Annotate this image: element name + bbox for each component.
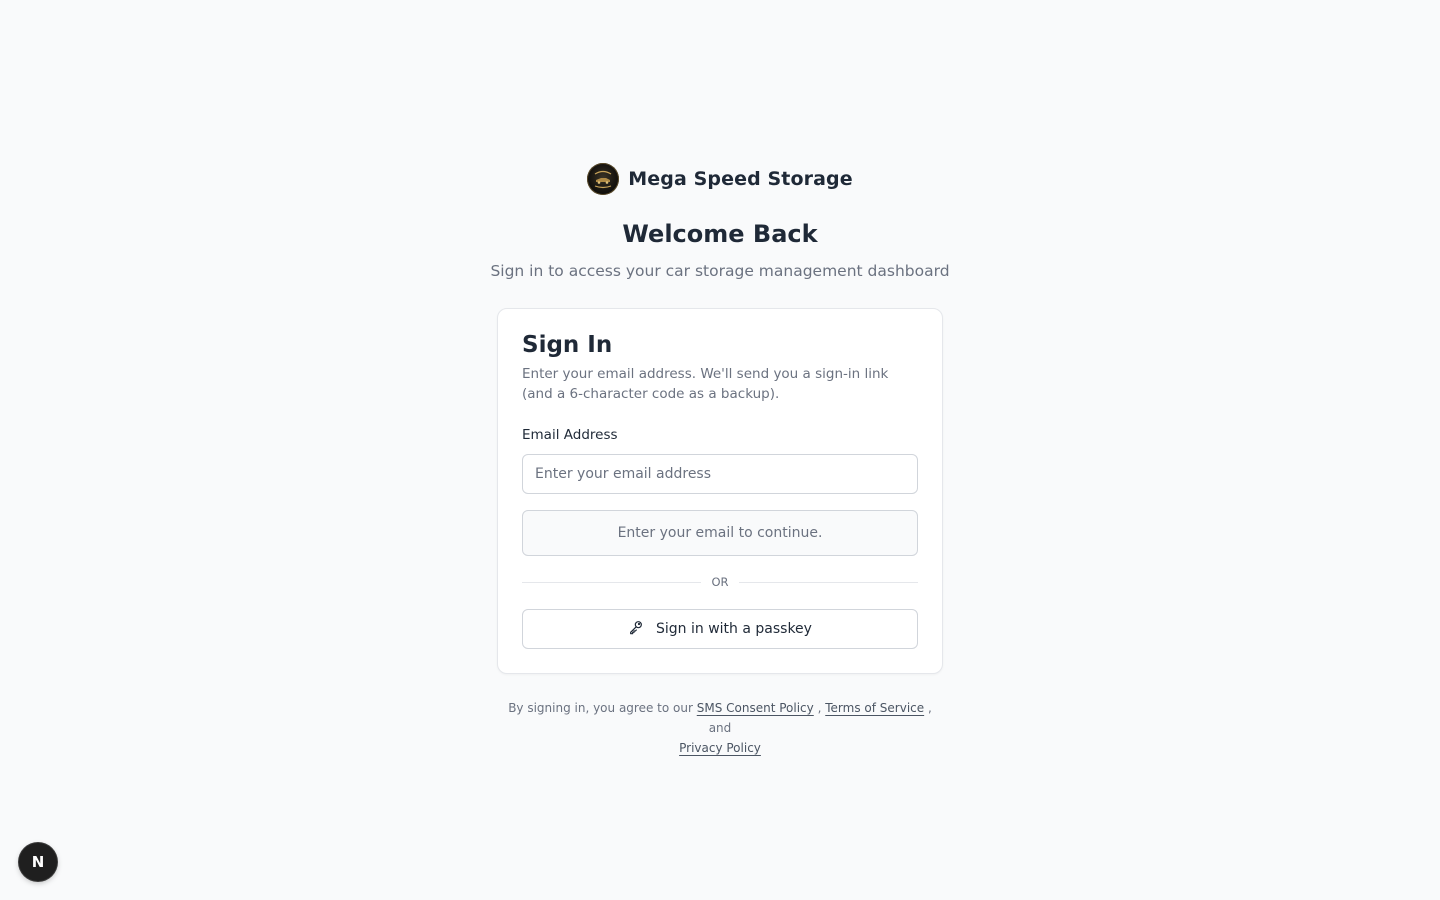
divider-line-left (522, 581, 702, 583)
brand-header: Mega Speed Storage (587, 162, 853, 196)
brand-name: Mega Speed Storage (628, 168, 853, 190)
passkey-signin-button[interactable]: Sign in with a passkey (522, 609, 918, 649)
logo-emblem-icon (594, 170, 612, 189)
privacy-policy-link[interactable]: Privacy Policy (679, 741, 761, 755)
page-subtitle: Sign in to access your car storage manag… (490, 262, 950, 280)
legal-notice: By signing in, you agree to our SMS Cons… (500, 698, 940, 758)
signin-card-description: Enter your email address. We'll send you… (522, 366, 889, 402)
legal-separator-1: , (817, 701, 822, 715)
brand-logo (587, 163, 620, 195)
email-label: Email Address (522, 427, 618, 443)
dev-badge-letter: N (31, 853, 45, 871)
terms-of-service-link[interactable]: Terms of Service (825, 701, 924, 715)
passkey-button-label: Sign in with a passkey (656, 621, 812, 637)
key-icon (628, 619, 644, 639)
login-page: Mega Speed Storage Welcome Back Sign in … (0, 0, 1440, 758)
signin-card: Sign In Enter your email address. We'll … (497, 308, 943, 674)
sms-consent-link[interactable]: SMS Consent Policy (697, 701, 814, 715)
page-title: Welcome Back (622, 220, 818, 248)
email-input[interactable] (522, 454, 918, 494)
signin-card-title: Sign In (522, 332, 613, 358)
dev-tools-badge[interactable]: N (19, 843, 57, 881)
divider-line-right (738, 581, 919, 583)
continue-button[interactable]: Enter your email to continue. (522, 510, 918, 556)
legal-prefix: By signing in, you agree to our (508, 701, 693, 715)
or-divider: OR (522, 575, 919, 589)
divider-text: OR (711, 575, 729, 589)
